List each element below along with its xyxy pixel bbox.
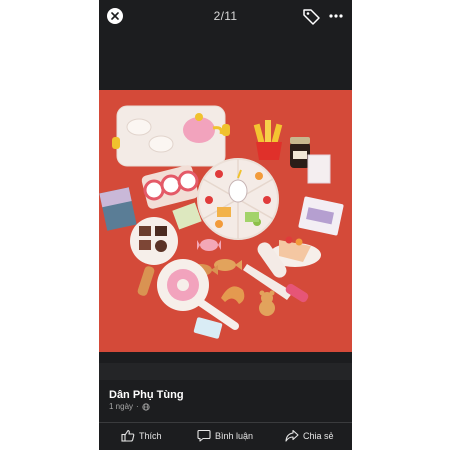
- chocolate-plate: [130, 217, 178, 265]
- photo-divider-strip: [99, 363, 352, 380]
- toy-bakery-set-illustration: [99, 90, 352, 352]
- comment-icon: [197, 429, 211, 442]
- share-arrow-icon: [285, 429, 299, 442]
- like-label: Thích: [139, 430, 162, 441]
- toy-jar: [290, 137, 310, 168]
- tag-button[interactable]: [302, 7, 322, 25]
- globe-icon: [142, 402, 150, 411]
- meta-separator: ·: [136, 402, 139, 411]
- viewer-top-bar: 2/11: [99, 0, 352, 32]
- teddy-cookie: [259, 290, 275, 316]
- tag-icon: [303, 9, 320, 25]
- post-author-name[interactable]: Dân Phụ Tùng: [109, 389, 184, 401]
- share-label: Chia sẻ: [303, 430, 334, 441]
- thumbs-up-icon: [121, 429, 135, 442]
- tea-tray: [112, 105, 230, 167]
- more-dots-icon: [329, 14, 343, 18]
- comment-label: Bình luận: [215, 430, 254, 441]
- post-action-bar: Thích Bình luận Chia sẻ: [99, 422, 352, 450]
- post-meta: 1 ngày ·: [109, 402, 150, 411]
- toy-milk-box: [307, 154, 331, 184]
- toy-birthday-cake: [197, 158, 279, 240]
- like-button[interactable]: Thích: [121, 429, 162, 442]
- more-options-button[interactable]: [327, 9, 345, 23]
- share-button[interactable]: Chia sẻ: [285, 429, 334, 442]
- post-photo-viewer: 2/11 Dân Phụ Tùng 1 ngày · Thích Bình lu…: [99, 0, 352, 450]
- toy-fries: [253, 120, 283, 160]
- post-timestamp[interactable]: 1 ngày: [109, 402, 133, 411]
- comment-button[interactable]: Bình luận: [197, 429, 253, 442]
- post-photo[interactable]: [99, 90, 352, 352]
